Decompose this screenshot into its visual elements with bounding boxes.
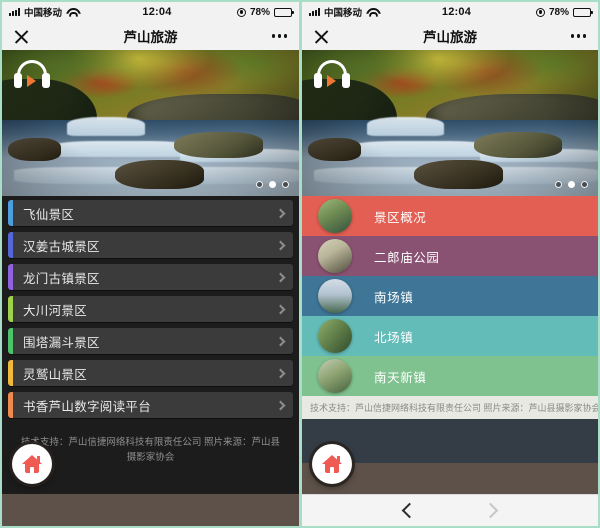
battery-percent-label: 78% [548,6,569,18]
thumbnail-image [318,199,352,233]
list-item-label: 大川河景区 [23,303,88,318]
pager-dot-3[interactable] [581,181,588,188]
chevron-right-icon[interactable] [482,502,499,519]
status-bar-right: 78% [535,6,593,18]
nav-bar: 芦山旅游 [2,22,299,50]
battery-icon [572,7,593,17]
chevron-right-icon [267,336,293,346]
location-services-icon [236,7,246,17]
carrier-label: 中国移动 [324,8,363,19]
list-item[interactable]: 飞仙景区 [8,200,293,226]
carrier-label: 中国移动 [24,8,63,19]
list-item-label: 北场镇 [374,330,414,345]
home-button[interactable] [312,444,352,484]
list-item-label: 南场镇 [374,290,414,305]
carousel-pagination-right[interactable] [555,181,588,188]
chevron-left-icon[interactable] [401,502,418,519]
scenic-area-list: 飞仙景区 汉姜古城景区 龙门古镇景区 大川河景区 围塔漏斗景区 灵鹫山景区 书香… [2,196,299,424]
list-item-label: 景区概况 [374,210,427,225]
status-bar-left: 中国移动 [9,5,77,19]
list-item[interactable]: 南天新镇 [302,356,598,396]
list-item[interactable]: 南场镇 [302,276,598,316]
home-icon [322,455,342,473]
headphones-play-icon[interactable] [14,60,50,94]
page-title: 芦山旅游 [123,30,178,45]
hero-carousel-left[interactable] [2,50,299,196]
thumbnail-image [318,239,352,273]
home-icon [22,455,42,473]
township-list: 景区概况 二郎庙公园 南场镇 北场镇 南天新镇 [302,196,598,396]
list-item[interactable]: 北场镇 [302,316,598,356]
list-item-label: 汉姜古城景区 [23,239,100,254]
signal-bars-icon [9,8,20,16]
chevron-right-icon [267,272,293,282]
status-bar-clock: 12:04 [142,6,172,18]
credit-text: 技术支持：芦山信捷网络科技有限责任公司 照片来源：芦山县摄影家协会 [302,396,598,419]
list-item-label: 南天新镇 [374,370,427,385]
thumbnail-image [318,279,352,313]
carousel-pagination-left[interactable] [256,181,289,188]
list-item-label: 龙门古镇景区 [23,271,100,286]
right-content-area: 景区概况 二郎庙公园 南场镇 北场镇 南天新镇 技术支持：芦山信捷网络科技有限责… [302,196,598,494]
list-item[interactable]: 围塔漏斗景区 [8,328,293,354]
status-bar-clock: 12:04 [441,6,472,18]
hero-carousel-right[interactable] [302,50,598,196]
chevron-right-icon [267,368,293,378]
list-item[interactable]: 龙门古镇景区 [8,264,293,290]
location-services-icon [535,7,545,17]
list-item[interactable]: 灵鹫山景区 [8,360,293,386]
status-bar: 中国移动 12:04 78% [2,2,299,22]
pager-dot-1[interactable] [256,181,263,188]
list-item[interactable]: 汉姜古城景区 [8,232,293,258]
list-item-label: 围塔漏斗景区 [23,335,100,350]
page-footer-area [302,419,598,494]
signal-bars-icon [309,8,320,16]
phone-screen-right: 中国移动 12:04 78% 芦山旅游 景区概况 二郎庙公园 南场镇 北场镇 南… [300,0,600,528]
battery-icon [273,7,294,17]
list-item-label: 书香芦山数字阅读平台 [23,399,152,414]
phone-screen-left: 中国移动 12:04 78% 芦山旅游 飞仙景区 汉姜古城景区 龙门古镇景区 大… [0,0,300,528]
wifi-icon [66,8,77,17]
left-content-area: 飞仙景区 汉姜古城景区 龙门古镇景区 大川河景区 围塔漏斗景区 灵鹫山景区 书香… [2,196,299,494]
list-item-label: 灵鹫山景区 [23,367,88,382]
screenshot-stage: 中国移动 12:04 78% 芦山旅游 飞仙景区 汉姜古城景区 龙门古镇景区 大… [0,0,600,528]
status-bar-right: 78% [236,6,294,18]
chevron-right-icon [267,240,293,250]
more-options-icon[interactable] [571,34,586,38]
close-icon[interactable] [314,29,329,44]
chevron-right-icon [267,304,293,314]
chevron-right-icon [267,208,293,218]
close-icon[interactable] [14,29,29,44]
list-item[interactable]: 景区概况 [302,196,598,236]
pager-dot-2-active[interactable] [568,181,575,188]
pager-dot-1[interactable] [555,181,562,188]
home-button[interactable] [12,444,52,484]
wifi-icon [366,8,377,17]
thumbnail-image [318,359,352,393]
list-item-label: 二郎庙公园 [374,250,440,265]
headphones-play-icon[interactable] [314,60,350,94]
browser-bottom-nav [302,494,598,526]
status-bar-left: 中国移动 [309,5,377,19]
status-bar: 中国移动 12:04 78% [302,2,598,22]
list-item-label: 飞仙景区 [23,207,75,222]
pager-dot-2-active[interactable] [269,181,276,188]
list-item[interactable]: 大川河景区 [8,296,293,322]
page-title: 芦山旅游 [423,30,477,45]
more-options-icon[interactable] [272,34,287,38]
thumbnail-image [318,319,352,353]
chevron-right-icon [267,400,293,410]
list-item[interactable]: 书香芦山数字阅读平台 [8,392,293,418]
battery-percent-label: 78% [249,6,270,18]
bottom-filler-bar [2,494,299,526]
list-item[interactable]: 二郎庙公园 [302,236,598,276]
nav-bar: 芦山旅游 [302,22,598,50]
pager-dot-3[interactable] [282,181,289,188]
